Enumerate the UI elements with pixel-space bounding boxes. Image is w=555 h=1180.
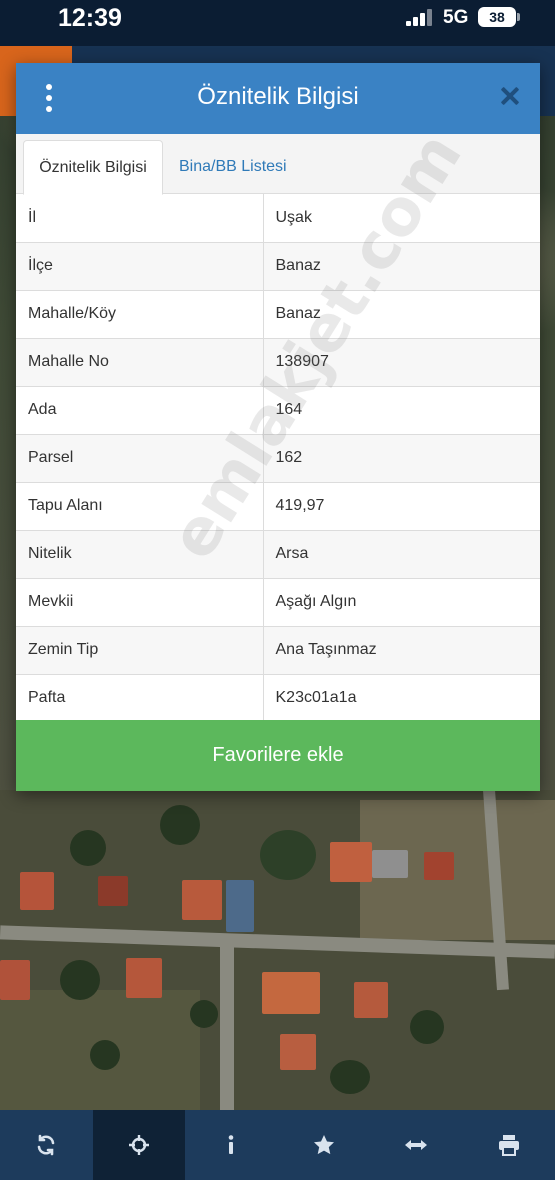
modal-title: Öznitelik Bilgisi xyxy=(197,83,359,110)
crosshair-icon xyxy=(128,1135,149,1155)
signal-icon xyxy=(406,9,436,26)
info-icon xyxy=(228,1135,234,1154)
attribute-key: Parsel xyxy=(16,434,264,483)
attribute-value: Banaz xyxy=(263,290,540,339)
battery-tip xyxy=(517,13,520,21)
table-row: Mahalle No 138907 xyxy=(16,338,540,387)
refresh-icon xyxy=(37,1134,55,1156)
attribute-key: Tapu Alanı xyxy=(16,482,264,531)
table-row: Zemin Tip Ana Taşınmaz xyxy=(16,626,540,675)
attribute-info-modal: Öznitelik Bilgisi Öznitelik Bilgisi Bina… xyxy=(16,63,540,791)
tab-building-list[interactable]: Bina/BB Listesi xyxy=(167,140,299,195)
attribute-value: Uşak xyxy=(263,194,540,243)
attribute-value: Ana Taşınmaz xyxy=(263,626,540,675)
table-row: Mahalle/Köy Banaz xyxy=(16,290,540,339)
attribute-value: 138907 xyxy=(263,338,540,387)
add-to-favorites-button[interactable]: Favorilere ekle xyxy=(16,720,540,791)
table-row: Parsel 162 xyxy=(16,434,540,483)
measure-icon xyxy=(405,1140,428,1150)
attribute-key: Nitelik xyxy=(16,530,264,579)
table-row: Ada 164 xyxy=(16,386,540,435)
modal-header: Öznitelik Bilgisi xyxy=(16,63,540,134)
table-row: Tapu Alanı 419,97 xyxy=(16,482,540,531)
attribute-value: Arsa xyxy=(263,530,540,579)
attribute-value: 419,97 xyxy=(263,482,540,531)
network-type: 5G xyxy=(443,7,469,28)
table-row: İlçe Banaz xyxy=(16,242,540,291)
locate-button[interactable] xyxy=(92,1110,185,1180)
attribute-value: Aşağı Algın xyxy=(263,578,540,627)
attribute-value: 164 xyxy=(263,386,540,435)
attribute-key: Mahalle/Köy xyxy=(16,290,264,339)
close-icon[interactable] xyxy=(500,86,520,106)
attribute-key: İl xyxy=(16,194,264,243)
table-row: İl Uşak xyxy=(16,194,540,243)
star-icon xyxy=(313,1135,334,1155)
attribute-value: Banaz xyxy=(263,242,540,291)
attribute-key: Pafta xyxy=(16,674,264,723)
attribute-key: Ada xyxy=(16,386,264,435)
favorites-button[interactable] xyxy=(278,1110,371,1180)
attribute-key: Mevkii xyxy=(16,578,264,627)
attribute-table: İl Uşak İlçe Banaz Mahalle/Köy Banaz Mahalle N… xyxy=(16,194,540,723)
tab-attribute-info[interactable]: Öznitelik Bilgisi xyxy=(23,140,163,195)
status-bar: 12:39 5G 38 xyxy=(0,0,555,46)
refresh-button[interactable] xyxy=(0,1110,93,1180)
battery-icon: 38 xyxy=(478,7,516,27)
measure-button[interactable] xyxy=(370,1110,463,1180)
tab-bar: Öznitelik Bilgisi Bina/BB Listesi xyxy=(16,134,540,195)
table-row: Mevkii Aşağı Algın xyxy=(16,578,540,627)
status-time: 12:39 xyxy=(58,4,122,32)
attribute-key: Zemin Tip xyxy=(16,626,264,675)
table-row: Pafta K23c01a1a xyxy=(16,674,540,723)
attribute-value: 162 xyxy=(263,434,540,483)
info-button[interactable] xyxy=(185,1110,278,1180)
attribute-value: K23c01a1a xyxy=(263,674,540,723)
print-button[interactable] xyxy=(463,1110,555,1180)
table-row: Nitelik Arsa xyxy=(16,530,540,579)
attribute-key: İlçe xyxy=(16,242,264,291)
print-icon xyxy=(498,1135,519,1156)
bottom-toolbar xyxy=(0,1110,555,1180)
attribute-key: Mahalle No xyxy=(16,338,264,387)
